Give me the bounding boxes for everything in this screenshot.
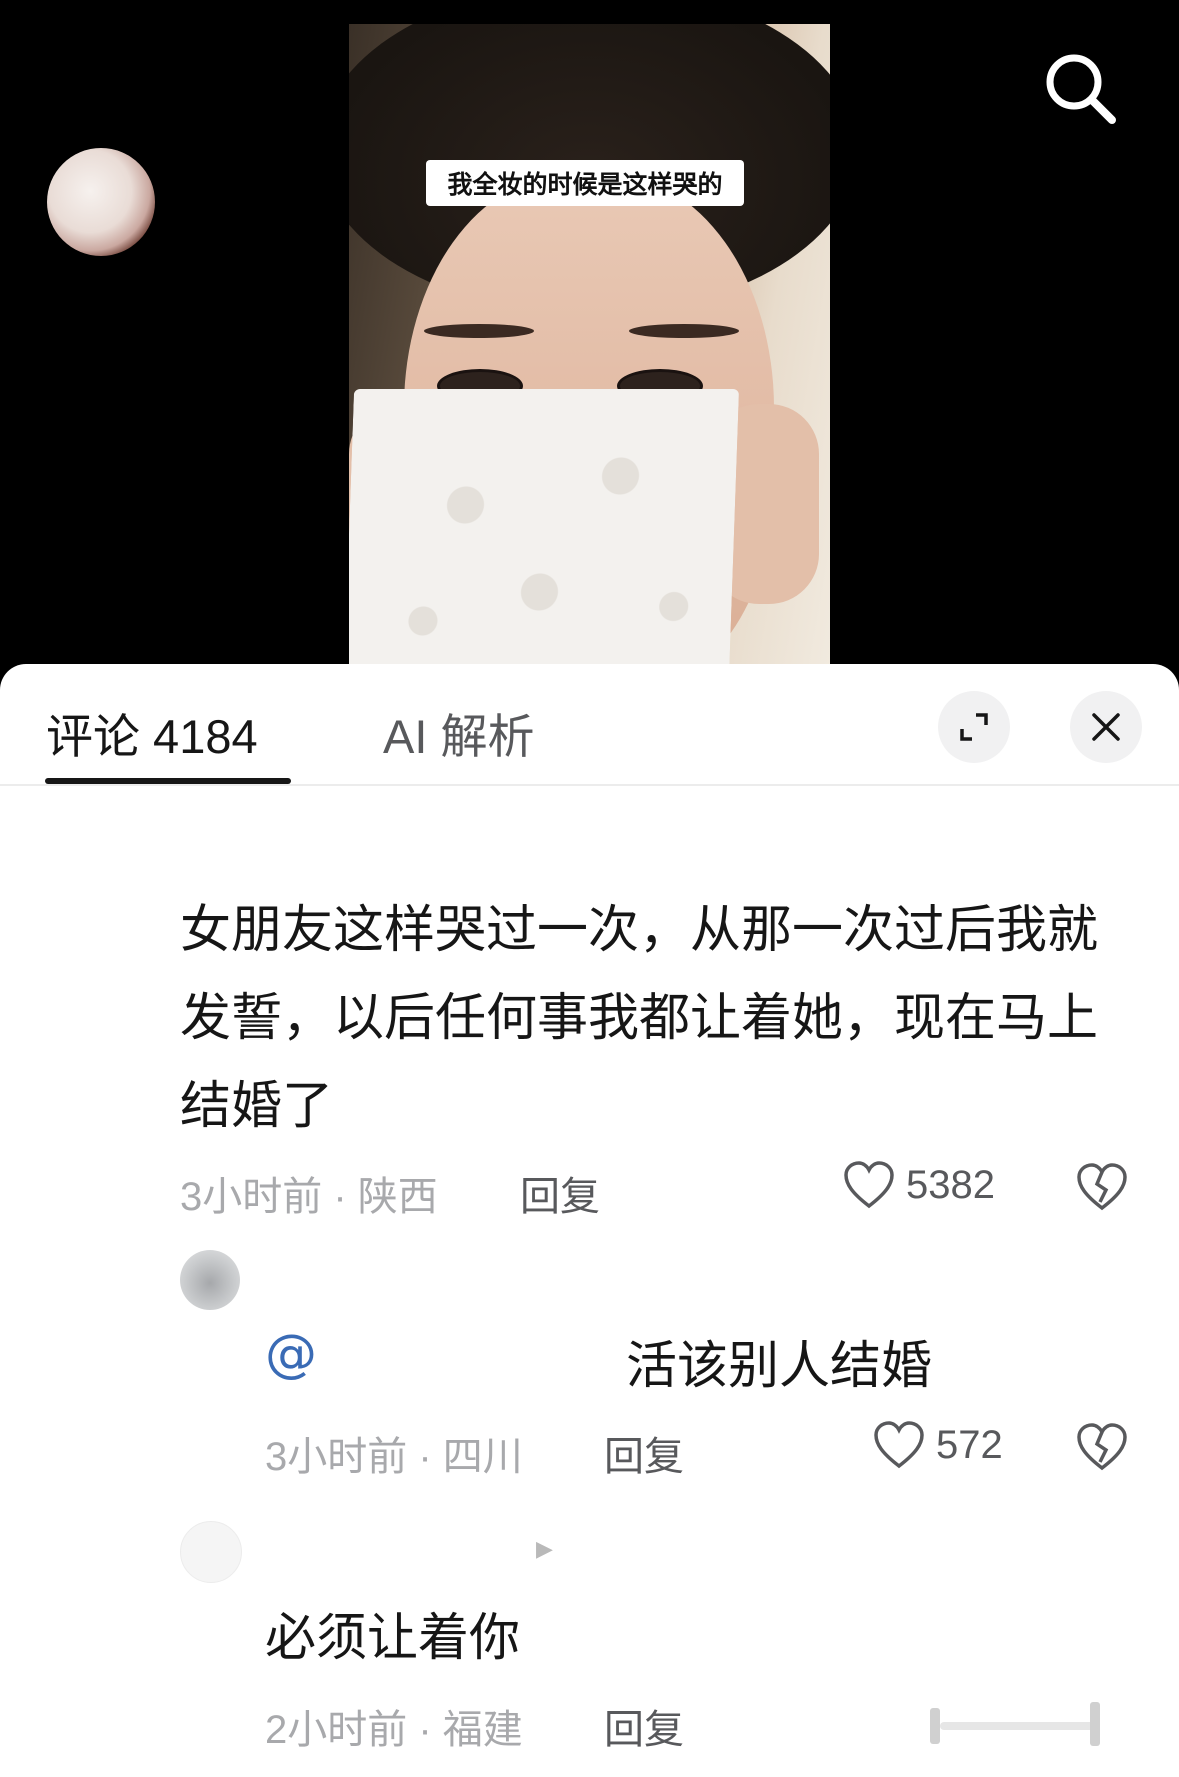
like-count: 5382	[906, 1162, 995, 1207]
video-frame	[349, 24, 830, 670]
search-icon	[1046, 54, 1116, 124]
broken-heart-icon	[1077, 1163, 1127, 1211]
dislike-button[interactable]	[1075, 1162, 1129, 1216]
comment-meta: 3小时前 · 陕西	[180, 1175, 438, 1219]
video-caption: 我全妆的时候是这样哭的	[426, 160, 744, 206]
reply-meta: 3小时前 · 四川	[265, 1435, 523, 1479]
like-button[interactable]: 5382	[842, 1160, 995, 1210]
tab-ai-analysis[interactable]: AI 解析	[383, 698, 534, 767]
reply-avatar[interactable]	[180, 1250, 240, 1310]
video-tissue	[349, 389, 740, 670]
dislike-button[interactable]	[1075, 1422, 1129, 1476]
tab-comments[interactable]: 评论 4184	[46, 698, 258, 767]
reply-button[interactable]: 回复	[520, 1164, 600, 1222]
video-brow-left	[424, 324, 534, 338]
comment-text: 女朋友这样哭过一次，从那一次过后我就发誓，以后任何事我都让着她，现在马上结婚了	[180, 901, 1099, 1134]
comment-tabs: 评论 4184 AI 解析	[0, 664, 1179, 784]
like-button[interactable]: 572	[872, 1420, 1003, 1470]
video-player[interactable]: 我全妆的时候是这样哭的	[0, 0, 1179, 670]
reply-text: 必须让着你	[265, 1609, 521, 1666]
expand-icon	[960, 713, 988, 741]
tabs-divider	[0, 784, 1179, 786]
reply-avatar[interactable]	[180, 1521, 242, 1583]
heart-outline-icon	[874, 1421, 924, 1469]
reply-button[interactable]: 回复	[604, 1697, 684, 1755]
expand-button[interactable]	[938, 691, 1010, 763]
broken-heart-icon	[1077, 1423, 1127, 1471]
video-brow-right	[629, 324, 739, 338]
close-button[interactable]	[1070, 691, 1142, 763]
like-count: 572	[936, 1422, 1003, 1467]
reply-button[interactable]: 回复	[604, 1424, 684, 1482]
search-button[interactable]	[1040, 48, 1120, 128]
watermark-logo	[930, 1702, 1100, 1746]
reply-mention[interactable]: @	[265, 1324, 317, 1384]
reply-arrow-icon: ▶	[536, 1537, 553, 1562]
comment-avatar[interactable]	[47, 148, 155, 256]
reply-meta: 2小时前 · 福建	[265, 1708, 523, 1752]
close-icon	[1092, 713, 1120, 741]
reply-text: 活该别人结婚	[626, 1337, 933, 1394]
heart-outline-icon	[844, 1161, 894, 1209]
